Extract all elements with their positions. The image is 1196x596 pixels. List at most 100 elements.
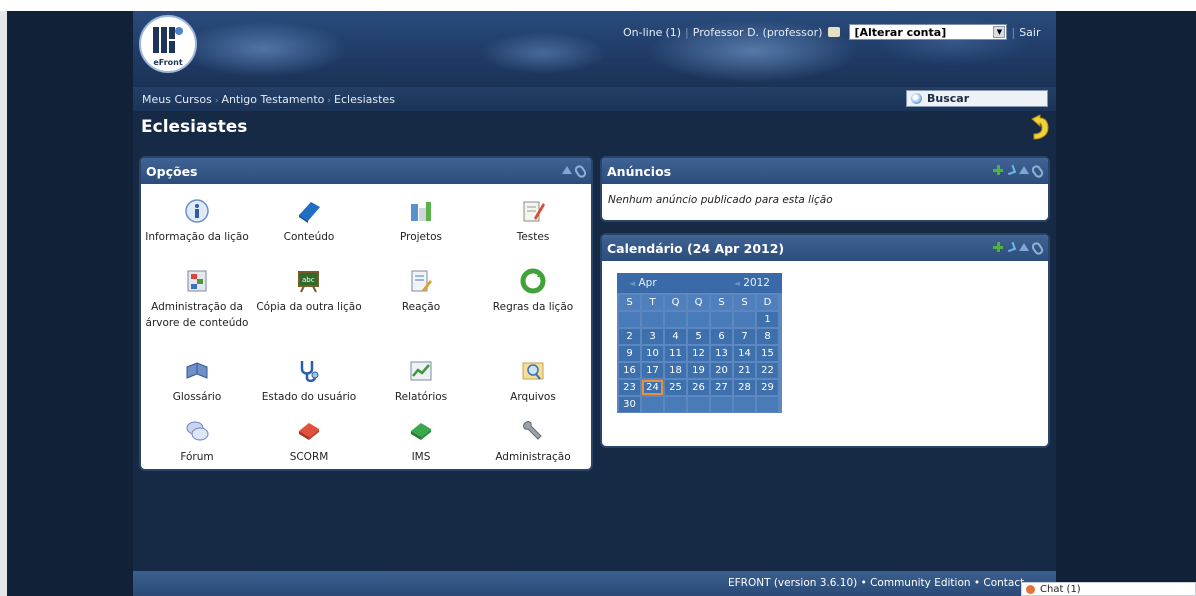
calendar-empty-cell xyxy=(642,312,663,327)
add-announcement-icon[interactable] xyxy=(993,165,1003,175)
option-ims[interactable]: IMS xyxy=(365,418,477,465)
app-container: eFront On-line (1) | Professor D. (profe… xyxy=(133,11,1056,596)
calendar-day[interactable]: 8 xyxy=(757,329,778,344)
calendar-day[interactable]: 4 xyxy=(665,329,686,344)
goto-icon[interactable] xyxy=(1005,241,1017,253)
option-scorm[interactable]: SCORM xyxy=(253,418,365,465)
back-arrow-icon[interactable] xyxy=(1028,113,1050,141)
footer-text[interactable]: EFRONT (version 3.6.10) • Community Edit… xyxy=(728,577,1024,589)
calendar-day[interactable]: 14 xyxy=(734,346,755,361)
option-projects[interactable]: Projetos xyxy=(365,198,477,245)
efront-logo[interactable]: eFront xyxy=(139,15,197,73)
option-administration[interactable]: Administração xyxy=(477,418,589,465)
option-reports[interactable]: Relatórios xyxy=(365,358,477,405)
weekday-header: Q xyxy=(688,295,709,310)
chat-user-icon xyxy=(1026,584,1035,594)
option-content-tree[interactable]: Administração da árvore de conteúdo xyxy=(141,268,253,331)
svg-text:abc: abc xyxy=(302,276,315,284)
calendar-day[interactable]: 29 xyxy=(757,380,778,395)
option-lesson-rules[interactable]: Regras da lição xyxy=(477,268,589,315)
user-name-link[interactable]: Professor D. (professor) xyxy=(693,26,823,39)
announcements-empty-message: Nenhum anúncio publicado para esta lição xyxy=(608,194,833,206)
calendar-day[interactable]: 13 xyxy=(711,346,732,361)
weekday-header: S xyxy=(619,295,640,310)
calendar-day[interactable]: 17 xyxy=(642,363,663,378)
announcements-title: Anúncios xyxy=(607,163,672,179)
calendar-day[interactable]: 2 xyxy=(619,329,640,344)
left-margin xyxy=(0,11,7,596)
logout-link[interactable]: Sair xyxy=(1019,26,1040,39)
option-files[interactable]: Arquivos xyxy=(477,358,589,405)
calendar-day[interactable]: 5 xyxy=(688,329,709,344)
separator: | xyxy=(1011,25,1016,39)
calendar-day[interactable]: 30 xyxy=(619,397,640,412)
calendar-day[interactable]: 26 xyxy=(688,380,709,395)
calendar-day[interactable]: 16 xyxy=(619,363,640,378)
option-glossary[interactable]: Glossário xyxy=(141,358,253,405)
calendar-day[interactable]: 15 xyxy=(757,346,778,361)
calendar-day[interactable]: 11 xyxy=(665,346,686,361)
calendar-day-today[interactable]: 24 xyxy=(642,380,663,395)
option-copy-lesson[interactable]: abc Cópia da outra lição xyxy=(253,268,365,315)
calendar-day[interactable]: 21 xyxy=(734,363,755,378)
calendar-panel: Calendário (24 Apr 2012) ◄ Apr ◄ 2012 ST… xyxy=(602,235,1048,446)
breadcrumb-lesson[interactable]: Eclesiastes xyxy=(334,93,395,106)
calendar-day[interactable]: 3 xyxy=(642,329,663,344)
messages-icon[interactable] xyxy=(828,27,841,37)
calendar-day[interactable]: 25 xyxy=(665,380,686,395)
chevron-down-icon[interactable]: ▼ xyxy=(993,26,1006,38)
online-count: (1) xyxy=(665,25,682,39)
prev-month-icon[interactable]: ◄ xyxy=(629,279,635,288)
calendar-day[interactable]: 20 xyxy=(711,363,732,378)
calendar-day[interactable]: 28 xyxy=(734,380,755,395)
option-content[interactable]: Conteúdo xyxy=(253,198,365,245)
switch-account-select[interactable]: [Alterar conta] ▼ xyxy=(849,24,1008,40)
collapse-icon[interactable] xyxy=(1019,166,1029,174)
breadcrumb-my-courses[interactable]: Meus Cursos xyxy=(142,93,212,106)
calendar-day[interactable]: 19 xyxy=(688,363,709,378)
calendar-day[interactable]: 10 xyxy=(642,346,663,361)
files-icon xyxy=(520,358,546,384)
options-panel-title: Opções xyxy=(146,163,198,179)
option-lesson-info[interactable]: Informação da lição xyxy=(141,198,253,245)
ims-icon xyxy=(408,418,434,444)
breadcrumb-arrow-icon: › xyxy=(327,96,332,106)
chat-label: Chat (1) xyxy=(1040,583,1081,595)
calendar-day[interactable]: 9 xyxy=(619,346,640,361)
pin-icon[interactable] xyxy=(1030,163,1045,180)
calendar-day[interactable]: 12 xyxy=(688,346,709,361)
option-user-status[interactable]: Estado do usuário xyxy=(253,358,365,405)
option-tests[interactable]: Testes xyxy=(477,198,589,245)
goto-icon[interactable] xyxy=(1005,164,1017,176)
scorm-icon xyxy=(296,418,322,444)
calendar-day[interactable]: 23 xyxy=(619,380,640,395)
calendar-day[interactable]: 22 xyxy=(757,363,778,378)
glossary-icon xyxy=(184,358,210,384)
collapse-icon[interactable] xyxy=(1019,243,1029,251)
prev-year-icon[interactable]: ◄ xyxy=(734,279,740,288)
pin-icon[interactable] xyxy=(573,163,588,180)
weekday-header: Q xyxy=(665,295,686,310)
calendar-day[interactable]: 18 xyxy=(665,363,686,378)
info-icon xyxy=(184,198,210,224)
calendar-day[interactable]: 7 xyxy=(734,329,755,344)
calendar-day[interactable]: 6 xyxy=(711,329,732,344)
calendar-day[interactable]: 1 xyxy=(757,312,778,327)
search-input[interactable]: Buscar xyxy=(906,90,1048,107)
search-icon xyxy=(911,93,922,104)
calendar-day[interactable]: 27 xyxy=(711,380,732,395)
collapse-icon[interactable] xyxy=(562,166,572,174)
online-link[interactable]: On-line xyxy=(623,26,662,39)
calendar-month: Apr xyxy=(638,277,657,289)
option-feedback[interactable]: Reação xyxy=(365,268,477,315)
pin-icon[interactable] xyxy=(1030,240,1045,257)
option-forum[interactable]: Fórum xyxy=(141,418,253,465)
breadcrumb-course[interactable]: Antigo Testamento xyxy=(221,93,324,106)
chat-bar[interactable]: Chat (1) xyxy=(1021,582,1196,596)
calendar-empty-cell xyxy=(711,397,732,412)
footer: EFRONT (version 3.6.10) • Community Edit… xyxy=(133,571,1056,596)
calendar-widget: ◄ Apr ◄ 2012 S T Q Q S S D 1 2 3 4 5 6 7 8 9 10 11 12 13 14 1… xyxy=(617,273,782,413)
add-event-icon[interactable] xyxy=(993,242,1003,252)
calendar-empty-cell xyxy=(642,397,663,412)
logo-text: eFront xyxy=(153,58,183,67)
